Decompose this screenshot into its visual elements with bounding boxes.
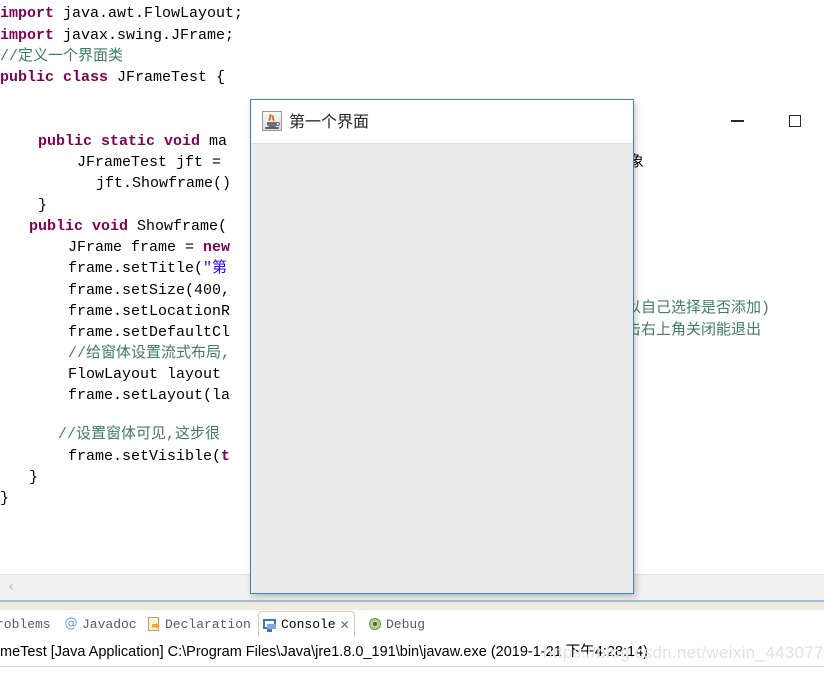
code-line: //设置窗体可见,这步很 <box>0 424 220 446</box>
tab-label: Declaration <box>165 616 251 632</box>
code-fragment: 击右上角关闭能退出 <box>626 322 762 339</box>
code-line: FlowLayout layout <box>0 364 221 386</box>
code-line: frame.setLayout(la <box>0 385 230 407</box>
code-token: import <box>0 5 55 22</box>
debug-bug-icon <box>368 617 382 631</box>
code-line: JFrame frame = new <box>0 237 230 259</box>
tab-label: Debug <box>386 616 426 632</box>
scroll-left-arrow-icon[interactable]: ‹ <box>3 579 19 596</box>
panel-divider-shadow <box>0 602 824 610</box>
jframe-title-bar[interactable]: 第一个界面 <box>251 100 801 143</box>
code-line: frame.setVisible(t <box>0 446 230 468</box>
code-token: FlowLayout layout <box>68 366 222 383</box>
at-icon: @ <box>64 616 78 631</box>
code-line: } <box>0 488 9 510</box>
code-token: JFrameTest jft = <box>77 154 231 171</box>
code-token: frame.setDefaultCl <box>68 324 231 341</box>
code-token: frame.setLayout(la <box>68 387 231 404</box>
code-token: frame.setSize(400, <box>68 282 231 299</box>
tab-declaration[interactable]: Declaration <box>143 611 255 637</box>
code-line: frame.setTitle("第 <box>0 258 227 280</box>
minimize-button[interactable] <box>714 100 760 142</box>
code-line: public class JFrameTest { <box>0 67 225 89</box>
code-token: jft.Showframe() <box>96 175 232 192</box>
code-line: } <box>0 195 47 217</box>
tab-label: Console <box>281 617 336 632</box>
code-line: import javax.swing.JFrame; <box>0 25 234 47</box>
console-launch-line: meTest [Java Application] C:\Program Fil… <box>0 644 649 660</box>
code-line: frame.setLocationR <box>0 301 230 323</box>
maximize-icon <box>789 115 801 127</box>
code-token: //定义一个界面类 <box>0 48 124 65</box>
code-token: frame.setTitle( <box>68 260 204 277</box>
code-token: javax.swing.JFrame; <box>54 27 235 44</box>
code-token: //给窗体设置流式布局, <box>68 345 231 362</box>
maximize-button[interactable] <box>772 100 818 142</box>
code-line: frame.setSize(400, <box>0 280 230 302</box>
code-token: public class <box>0 69 109 86</box>
code-line: public static void ma <box>0 131 227 153</box>
code-token: //设置窗体可见,这步很 <box>58 426 221 443</box>
code-token: } <box>38 197 48 214</box>
code-token: new <box>203 239 231 256</box>
tab-console[interactable]: Console ✕ <box>258 611 355 637</box>
code-token: } <box>29 469 39 486</box>
code-line: frame.setDefaultCl <box>0 322 230 344</box>
tab-javadoc[interactable]: @ Javadoc <box>60 611 141 637</box>
code-line: //定义一个界面类 <box>0 46 123 68</box>
tab-label: roblems <box>0 616 51 632</box>
code-token: frame.setVisible( <box>68 448 222 465</box>
bottom-view-stack: roblems @ Javadoc Declaration Console ✕ Debug … <box>0 610 824 673</box>
code-token: JFrameTest { <box>108 69 226 86</box>
code-line: JFrameTest jft = <box>0 152 230 174</box>
code-line: jft.Showframe() <box>0 173 231 195</box>
minimize-icon <box>730 120 744 122</box>
jframe-title-text: 第一个界面 <box>289 112 370 131</box>
console-underline <box>0 666 824 667</box>
jframe-content-pane[interactable] <box>251 143 633 593</box>
jframe-window[interactable]: 第一个界面 <box>250 99 801 594</box>
console-icon <box>263 618 277 632</box>
java-coffee-cup-icon <box>262 111 282 131</box>
tab-label: Javadoc <box>82 616 137 632</box>
tab-roblems[interactable]: roblems <box>0 611 55 637</box>
code-fragment: 以自己选择是否添加) <box>626 300 771 317</box>
code-token: Showframe( <box>128 218 228 235</box>
code-token: } <box>0 490 10 507</box>
code-token: import <box>0 27 55 44</box>
code-token: public void <box>29 218 129 235</box>
tab-close-icon[interactable]: ✕ <box>340 618 350 632</box>
code-token: t <box>221 448 231 465</box>
code-token: JFrame frame = <box>68 239 204 256</box>
tab-debug[interactable]: Debug <box>364 611 429 637</box>
code-token: ma <box>200 133 228 150</box>
code-token: frame.setLocationR <box>68 303 231 320</box>
code-line: import java.awt.FlowLayout; <box>0 3 243 25</box>
code-token: java.awt.FlowLayout; <box>54 5 244 22</box>
code-token: "第 <box>203 260 228 277</box>
declaration-icon <box>147 617 161 631</box>
code-line: public void Showframe( <box>0 216 227 238</box>
code-token: public static void <box>38 133 201 150</box>
code-line: //给窗体设置流式布局, <box>0 343 230 365</box>
code-line: } <box>0 467 38 489</box>
view-tab-bar: roblems @ Javadoc Declaration Console ✕ Debug <box>0 610 824 638</box>
